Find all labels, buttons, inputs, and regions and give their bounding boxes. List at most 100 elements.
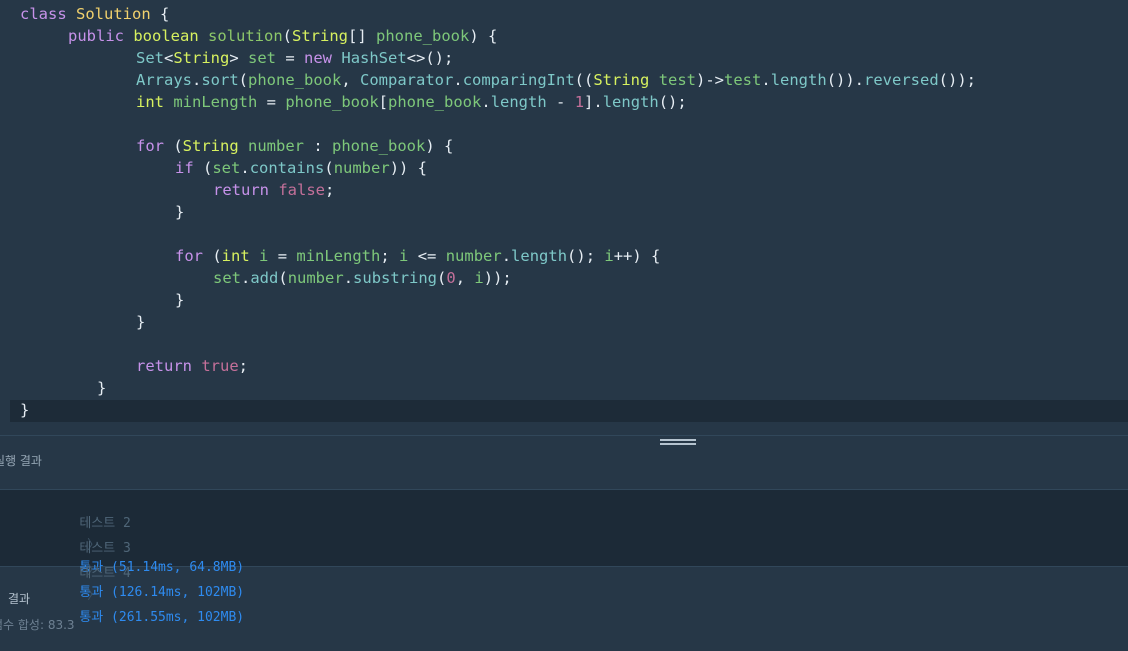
- code-line: set.add(number.substring(0, i));: [213, 267, 512, 289]
- drag-handle-icon[interactable]: [660, 439, 696, 449]
- code-line: for (String number : phone_book) {: [136, 135, 453, 157]
- code-token: contains: [249, 159, 325, 177]
- current-line-highlight: [10, 400, 1128, 422]
- code-token: HashSet: [341, 49, 407, 67]
- code-token: Arrays: [136, 71, 192, 89]
- code-token: i: [604, 247, 614, 265]
- code-token: public: [68, 27, 124, 45]
- code-token: =: [276, 49, 305, 67]
- code-token: if: [175, 159, 194, 177]
- code-token: return: [213, 181, 269, 199]
- code-token: [: [378, 93, 389, 111]
- code-token: for: [175, 247, 203, 265]
- code-token: int: [221, 247, 250, 265]
- code-token: i: [399, 247, 409, 265]
- code-token: ;: [325, 181, 335, 199]
- code-token: (: [203, 247, 222, 265]
- code-token: substring: [353, 269, 438, 287]
- code-token: length: [511, 247, 568, 265]
- code-token: ));: [483, 269, 512, 287]
- code-editor[interactable]: class Solution {public boolean solution(…: [0, 0, 1128, 435]
- code-token: add: [250, 269, 279, 287]
- code-token: :: [304, 137, 333, 155]
- code-line: int minLength = phone_book[phone_book.le…: [136, 91, 687, 113]
- code-token: ;: [238, 357, 249, 375]
- code-token: return: [136, 357, 192, 375]
- test-result-row[interactable]: 테스트 4 〉 통과 (261.55ms, 102MB): [48, 541, 244, 625]
- code-token: Comparator: [360, 71, 454, 89]
- code-token: )->: [696, 71, 725, 89]
- code-line: Arrays.sort(phone_book, Comparator.compa…: [136, 69, 976, 91]
- code-token: )) {: [389, 159, 428, 177]
- code-token: i: [474, 269, 484, 287]
- code-token: Solution: [76, 5, 151, 23]
- code-line: if (set.contains(number)) {: [175, 157, 427, 179]
- code-token: String: [593, 71, 650, 89]
- code-token: (: [238, 71, 249, 89]
- code-token: .: [240, 159, 250, 177]
- code-token: minLength: [296, 247, 381, 265]
- code-token: number: [445, 247, 502, 265]
- code-token: ((: [574, 71, 594, 89]
- code-token: i: [259, 247, 269, 265]
- code-token: phone_book: [248, 71, 342, 89]
- code-token: =: [257, 93, 286, 111]
- chevron-right-icon: 〉: [79, 588, 108, 603]
- code-token: class: [20, 5, 67, 23]
- code-token: true: [201, 357, 239, 375]
- code-token: phone_book: [285, 93, 379, 111]
- code-line: return false;: [213, 179, 334, 201]
- code-line: }: [175, 289, 184, 311]
- code-token: ();: [567, 247, 605, 265]
- code-token: []: [348, 27, 377, 45]
- test-result-row[interactable]: 테스트 2 〉 통과 (51.14ms, 64.8MB): [48, 491, 244, 575]
- test-result-row[interactable]: 테스트 3 〉 통과 (126.14ms, 102MB): [48, 516, 244, 600]
- code-token: ) {: [425, 137, 454, 155]
- code-token: 0: [446, 269, 456, 287]
- code-token: number: [248, 137, 305, 155]
- code-token: =: [268, 247, 297, 265]
- code-token: set: [212, 159, 241, 177]
- code-token: comparingInt: [462, 71, 575, 89]
- code-line: }: [175, 201, 184, 223]
- code-token: <: [164, 49, 174, 67]
- code-token: set: [248, 49, 277, 67]
- code-token: ());: [938, 71, 976, 89]
- code-token: (: [193, 159, 213, 177]
- code-token: set: [213, 269, 241, 287]
- code-token: sort: [201, 71, 239, 89]
- code-token: (: [324, 159, 334, 177]
- score-text: 점수 합성: 83.3: [0, 618, 75, 632]
- code-token: (: [437, 269, 447, 287]
- code-token: number: [333, 159, 390, 177]
- code-token: false: [278, 181, 326, 199]
- code-token: .: [761, 71, 771, 89]
- code-token: ,: [341, 71, 361, 89]
- code-token: }: [97, 379, 107, 397]
- run-results-title: 실행 결과: [0, 454, 42, 468]
- test-results-list: 테스트 2 〉 통과 (51.14ms, 64.8MB) 테스트 3 〉 통과 …: [0, 489, 1128, 625]
- code-token: int: [136, 93, 164, 111]
- code-token: test: [658, 71, 697, 89]
- code-token: .: [192, 71, 202, 89]
- code-token: }: [175, 291, 185, 309]
- code-token: -: [546, 93, 575, 111]
- final-results-title: 결과: [8, 592, 31, 606]
- code-line: class Solution {: [20, 3, 169, 25]
- code-line: }: [136, 311, 145, 333]
- code-token: solution: [208, 27, 283, 45]
- code-token: new: [304, 49, 333, 67]
- code-token: .: [501, 247, 512, 265]
- code-token: phone_book: [332, 137, 426, 155]
- code-token: (: [278, 269, 288, 287]
- code-token: for: [136, 137, 164, 155]
- code-line: }: [20, 399, 29, 421]
